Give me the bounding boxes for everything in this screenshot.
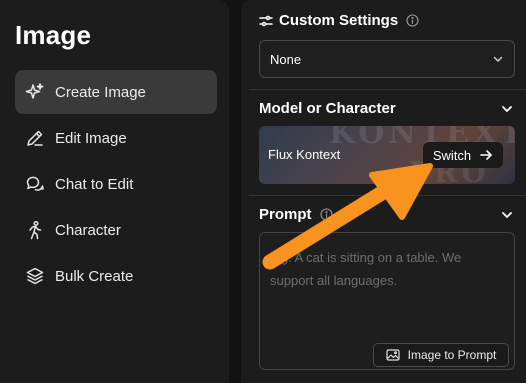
sidebar-item-bulk-create[interactable]: Bulk Create [15, 254, 217, 298]
sidebar-item-label: Character [55, 221, 121, 239]
switch-button[interactable]: Switch [423, 142, 503, 168]
person-walking-icon [25, 220, 45, 240]
chat-bubbles-icon [25, 174, 45, 194]
sidebar-title: Image [15, 20, 92, 50]
image-icon [386, 349, 400, 361]
prompt-input[interactable]: e.g. A cat is sitting on a table. We sup… [259, 232, 515, 370]
custom-settings-header: Custom Settings [259, 12, 419, 29]
sparkle-icon [25, 82, 45, 102]
custom-settings-title: Custom Settings [279, 12, 399, 29]
prompt-title: Prompt [259, 206, 312, 223]
select-value: None [270, 51, 302, 67]
layers-icon [25, 266, 45, 286]
sidebar-item-label: Edit Image [55, 129, 127, 147]
switch-label: Switch [432, 147, 472, 163]
model-card[interactable]: KONTEXT PRO Flux Kontext Switch [259, 126, 515, 184]
divider [249, 89, 526, 90]
sidebar-item-label: Chat to Edit [55, 175, 134, 193]
chevron-down-icon[interactable] [498, 100, 516, 118]
model-section-title: Model or Character [259, 100, 396, 117]
sliders-icon [259, 14, 273, 28]
info-icon[interactable] [319, 208, 333, 221]
image-to-prompt-label: Image to Prompt [407, 348, 497, 362]
chevron-down-icon [492, 53, 504, 65]
sidebar-item-character[interactable]: Character [15, 208, 217, 252]
sidebar-item-edit-image[interactable]: Edit Image [15, 116, 217, 160]
prompt-section-header: Prompt [259, 206, 333, 223]
custom-settings-select[interactable]: None [259, 40, 515, 78]
arrow-right-icon [479, 148, 493, 162]
sidebar-item-label: Create Image [55, 83, 146, 101]
divider [249, 195, 526, 196]
chevron-down-icon[interactable] [498, 206, 516, 224]
image-to-prompt-button[interactable]: Image to Prompt [373, 343, 509, 367]
pencil-icon [25, 128, 45, 148]
info-icon[interactable] [406, 14, 419, 27]
model-name: Flux Kontext [268, 147, 341, 162]
sidebar-item-chat-to-edit[interactable]: Chat to Edit [15, 162, 217, 206]
sidebar-item-label: Bulk Create [55, 267, 134, 285]
sidebar: Image Create Image Edit Image Chat to Ed… [0, 0, 229, 383]
prompt-placeholder: e.g. A cat is sitting on a table. We sup… [270, 250, 462, 288]
sidebar-item-create-image[interactable]: Create Image [15, 70, 217, 114]
